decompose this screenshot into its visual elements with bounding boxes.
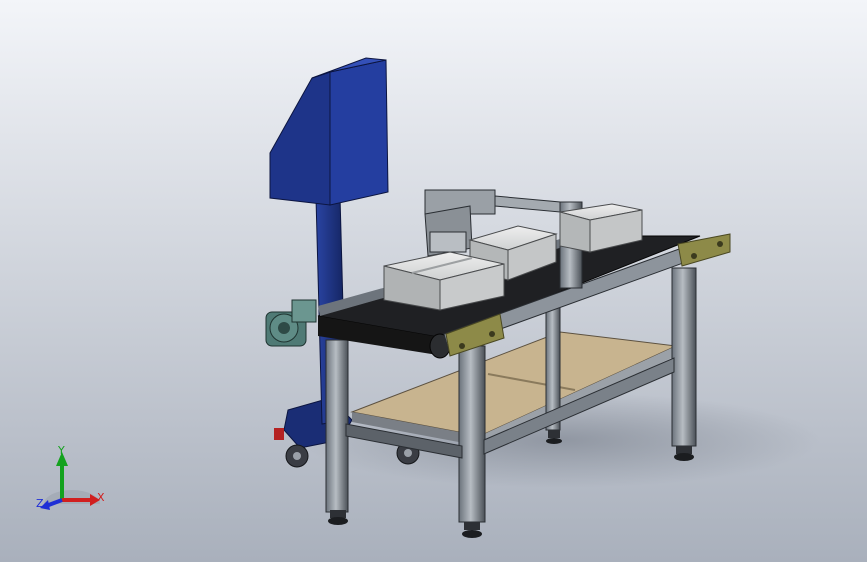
frame-leg-front-left — [325, 339, 349, 513]
y-axis-label: Y — [57, 444, 65, 457]
leveling-foot-icon — [462, 522, 482, 538]
kiosk-head-side — [329, 59, 389, 206]
graphics-viewport[interactable]: Y X Z — [0, 0, 867, 562]
scanner-head — [429, 231, 467, 253]
caster-wheel-icon — [285, 444, 309, 468]
cad-scene[interactable]: Y X Z — [0, 0, 867, 562]
leveling-foot-icon — [546, 430, 562, 444]
x-axis-label: X — [97, 491, 105, 504]
z-axis-label: Z — [36, 497, 44, 510]
caster-brake — [274, 428, 284, 440]
leveling-foot-icon — [674, 446, 694, 461]
frame-leg-front-right — [458, 345, 486, 523]
leveling-foot-icon — [328, 510, 348, 525]
frame-leg-rear-right — [671, 267, 697, 447]
